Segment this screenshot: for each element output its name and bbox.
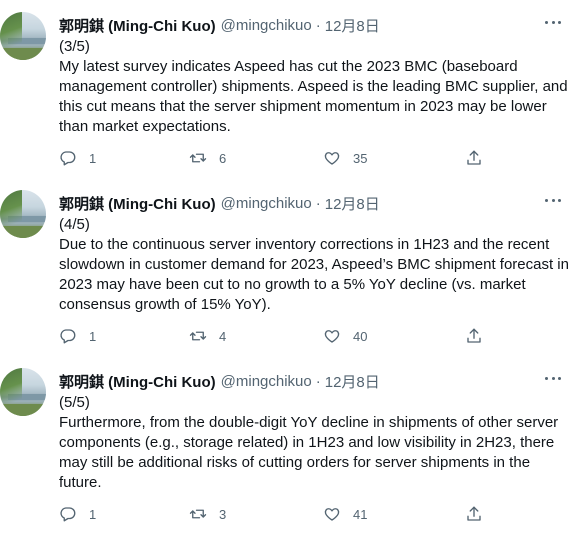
- heart-icon: [324, 508, 340, 521]
- share-icon: [467, 328, 481, 343]
- reply-count: 1: [89, 506, 97, 522]
- tweet[interactable]: 郭明錤 (Ming-Chi Kuo) @mingchikuo · 12月8日 (…: [0, 356, 577, 538]
- avatar[interactable]: [0, 190, 46, 238]
- more-icon[interactable]: [545, 196, 561, 204]
- like-count: 35: [353, 150, 368, 166]
- avatar[interactable]: [0, 12, 46, 60]
- reply-icon: [60, 507, 76, 522]
- tweet-date[interactable]: 12月8日: [325, 371, 380, 392]
- retweet-icon: [189, 153, 207, 163]
- tweet-header: 郭明錤 (Ming-Chi Kuo) @mingchikuo · 12月8日: [59, 192, 380, 214]
- reply-icon: [60, 151, 76, 166]
- more-icon[interactable]: [545, 18, 561, 26]
- separator-dot: ·: [315, 16, 321, 34]
- reply-button[interactable]: 1: [59, 504, 96, 524]
- retweet-button[interactable]: 3: [189, 504, 226, 524]
- user-handle[interactable]: @mingchikuo: [221, 373, 312, 390]
- tweet-header: 郭明錤 (Ming-Chi Kuo) @mingchikuo · 12月8日: [59, 14, 380, 36]
- share-button[interactable]: [465, 326, 483, 346]
- tweet-date[interactable]: 12月8日: [325, 15, 380, 36]
- like-count: 41: [353, 506, 368, 522]
- retweet-count: 4: [219, 328, 227, 344]
- like-button[interactable]: 41: [323, 504, 367, 524]
- tweet-body: (4/5) Due to the continuous server inven…: [59, 215, 569, 315]
- tweet[interactable]: 郭明錤 (Ming-Chi Kuo) @mingchikuo · 12月8日 (…: [0, 178, 577, 356]
- more-icon[interactable]: [545, 374, 561, 382]
- retweet-button[interactable]: 4: [189, 326, 226, 346]
- heart-icon: [324, 330, 340, 343]
- like-count: 40: [353, 328, 368, 344]
- retweet-count: 3: [219, 506, 227, 522]
- retweet-icon: [189, 509, 207, 519]
- tweet[interactable]: 郭明錤 (Ming-Chi Kuo) @mingchikuo · 12月8日 (…: [0, 0, 577, 178]
- user-handle[interactable]: @mingchikuo: [221, 17, 312, 34]
- display-name[interactable]: 郭明錤 (Ming-Chi Kuo): [59, 193, 216, 214]
- retweet-count: 6: [219, 150, 227, 166]
- tweet-body: (3/5) My latest survey indicates Aspeed …: [59, 37, 569, 137]
- tweet-date[interactable]: 12月8日: [325, 193, 380, 214]
- display-name[interactable]: 郭明錤 (Ming-Chi Kuo): [59, 15, 216, 36]
- tweet-actions: 1 4 40: [59, 326, 489, 346]
- tweet-actions: 1 6 35: [59, 148, 489, 168]
- separator-dot: ·: [315, 372, 321, 390]
- share-icon: [467, 506, 481, 521]
- thread-counter: (5/5): [59, 394, 90, 411]
- thread-counter: (3/5): [59, 38, 90, 55]
- like-button[interactable]: 40: [323, 326, 367, 346]
- reply-count: 1: [89, 328, 97, 344]
- tweet-actions: 1 3 41: [59, 504, 489, 524]
- share-icon: [467, 150, 481, 165]
- share-button[interactable]: [465, 504, 483, 524]
- reply-button[interactable]: 1: [59, 148, 96, 168]
- reply-icon: [60, 329, 76, 344]
- share-button[interactable]: [465, 148, 483, 168]
- retweet-button[interactable]: 6: [189, 148, 226, 168]
- reply-count: 1: [89, 150, 97, 166]
- tweet-body: (5/5) Furthermore, from the double-digit…: [59, 393, 569, 493]
- avatar[interactable]: [0, 368, 46, 416]
- user-handle[interactable]: @mingchikuo: [221, 195, 312, 212]
- reply-button[interactable]: 1: [59, 326, 96, 346]
- retweet-icon: [189, 331, 207, 341]
- tweet-header: 郭明錤 (Ming-Chi Kuo) @mingchikuo · 12月8日: [59, 370, 380, 392]
- tweet-text: Furthermore, from the double-digit YoY d…: [59, 414, 559, 491]
- thread-counter: (4/5): [59, 216, 90, 233]
- display-name[interactable]: 郭明錤 (Ming-Chi Kuo): [59, 371, 216, 392]
- like-button[interactable]: 35: [323, 148, 367, 168]
- heart-icon: [324, 152, 340, 165]
- tweet-text: My latest survey indicates Aspeed has cu…: [59, 58, 568, 135]
- separator-dot: ·: [315, 194, 321, 212]
- tweet-text: Due to the continuous server inventory c…: [59, 236, 569, 313]
